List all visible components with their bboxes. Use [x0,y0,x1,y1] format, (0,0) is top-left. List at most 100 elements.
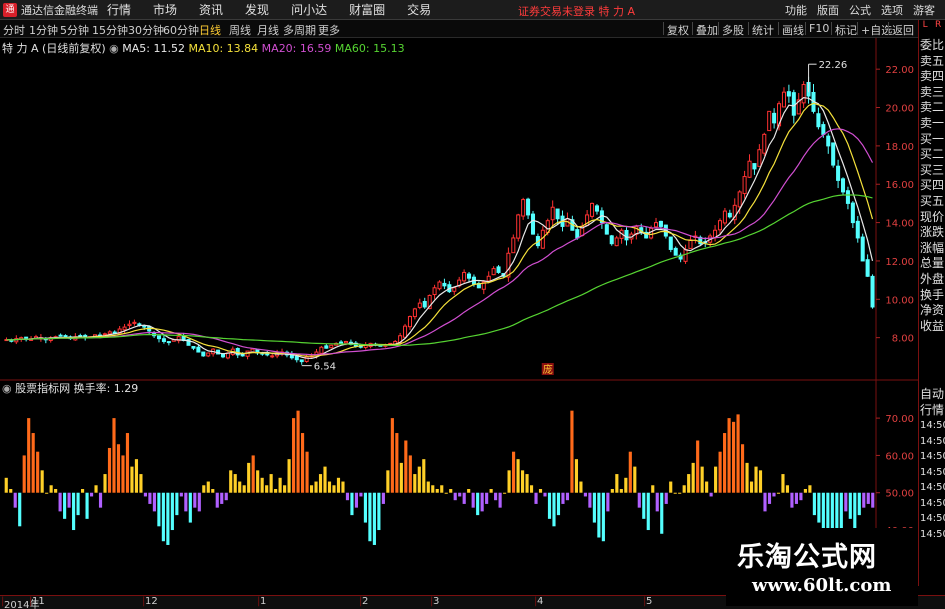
period-tab-2[interactable]: 5分钟 [60,22,89,38]
indicator-name[interactable]: 股票指标网 [15,382,70,395]
indicator-bar [637,492,641,508]
menu-item-4[interactable]: 问小达 [291,1,327,18]
tick-row-0[interactable]: 自动 [919,386,945,402]
candle-body [102,333,107,336]
candle-body [762,133,767,154]
candle-body [668,236,673,250]
indicator-bar [274,489,278,493]
tick-row-5: 14:50 [920,466,945,478]
candle-body [757,149,762,167]
titlebar-btn-2[interactable]: 公式 [849,2,871,18]
tick-panel: 自动行情 14:50 14:50 14:50 14:50 14:50 14:50 14:50 1… [918,386,945,586]
toolbar-separator [805,22,806,35]
indicator-bar [98,492,103,508]
stock-name[interactable]: 特 力 A [2,42,39,55]
titlebar-btn-1[interactable]: 版面 [817,2,839,18]
titlebar-btn-0[interactable]: 功能 [785,2,807,18]
indicator-bar [723,433,727,493]
tool-btn-1[interactable]: 叠加 [696,22,718,38]
period-tab-3[interactable]: 15分钟 [92,22,128,38]
candle-body [821,124,826,135]
period-tab-4[interactable]: 30分钟 [128,22,164,38]
indicator-bar [543,492,547,497]
candle-body [855,220,860,239]
settings-icon[interactable]: ◉ [2,382,12,395]
indicator-bar [345,492,350,501]
indicator-bar [646,492,650,531]
low-price-label: 6.54 [314,362,336,373]
indicator-bar [857,492,861,516]
watermark-logo: 乐淘公式网 [737,542,877,573]
tool-btn-8[interactable]: 返回 [892,22,914,38]
quote-field-5: 卖一 [920,115,945,130]
tool-btn-0[interactable]: 复权 [667,22,689,38]
settings-icon[interactable]: ◉ [109,42,119,55]
indicator-bar [552,492,556,527]
indicator-bar [642,492,646,519]
period-tab-0[interactable]: 分时 [3,22,25,38]
candle-body [432,287,437,296]
menu-item-3[interactable]: 发现 [245,1,269,18]
tick-row-2: 14:50 [920,420,945,431]
indicator-bar [170,492,174,531]
indicator-bar [256,470,260,493]
menu-item-0[interactable]: 行情 [107,1,131,18]
candle-body [772,112,777,124]
candle-body [865,259,870,277]
indicator-bar [260,477,264,493]
tick-row-3: 14:50 [920,435,945,447]
indicator-bar [583,492,587,497]
candle-body [319,346,324,354]
period-tab-1[interactable]: 1分钟 [29,22,58,38]
indicator-bar [732,421,736,493]
titlebar-btn-4[interactable]: 游客 [913,2,935,18]
period-tab-9[interactable]: 多周期 [283,22,316,38]
period-tab-10[interactable]: 更多 [318,22,340,38]
candle-body [299,359,304,363]
menu-item-1[interactable]: 市场 [153,1,177,18]
indicator-bar [166,492,170,545]
tool-btn-3[interactable]: 统计 [752,22,774,38]
period-tab-7[interactable]: 周线 [229,22,251,38]
period-tab-8[interactable]: 月线 [257,22,279,38]
tool-btn-2[interactable]: 多股 [722,22,744,38]
login-warning[interactable]: 证券交易未登录 特 力 A [518,3,635,19]
chart-area[interactable]: 22.00 20.00 18.00 16.00 14.00 12.00 10.00 8.00 7… [0,38,918,588]
indicator-bar [22,455,26,493]
indicator-bar [247,462,251,493]
indicator-bar [431,485,435,493]
candle-body [496,266,501,273]
indicator-bar [462,492,466,504]
tool-btn-5[interactable]: F10 [809,22,829,35]
candle-body [294,355,299,361]
menu-item-5[interactable]: 财富圈 [349,1,385,18]
panel-toggle-0[interactable]: L [923,20,928,38]
date-tick-mark: | [1,596,5,607]
candle-body [526,198,531,216]
indicator-bar [754,466,758,493]
indicator-bar [220,492,224,504]
tick-row-1[interactable]: 行情 [919,402,945,418]
indicator-bar [651,485,655,493]
quote-field-8: 买三 [920,162,945,177]
indicator-bar [296,410,300,493]
menu-item-2[interactable]: 资讯 [199,1,223,18]
period-tab-6[interactable]: 日线 [199,22,221,38]
indicator-tick-label: 60.00 [885,451,914,462]
price-tick-label: 14.00 [885,219,914,230]
indicator-bar [125,433,130,493]
candle-body [270,355,275,358]
tool-btn-4[interactable]: 画线 [782,22,804,38]
indicator-bar [368,492,372,542]
titlebar-btn-3[interactable]: 选项 [881,2,903,18]
tool-btn-6[interactable]: 标记 [835,22,857,38]
price-tick-label: 16.00 [885,180,914,191]
indicator-bar [790,492,794,508]
period-tab-5[interactable]: 60分钟 [163,22,199,38]
candle-body [624,229,629,241]
panel-toggle-1[interactable]: R [935,20,941,38]
indicator-bar [18,492,22,527]
menu-item-6[interactable]: 交易 [407,1,431,18]
indicator-bar [808,485,812,493]
indicator-bar [588,492,592,508]
